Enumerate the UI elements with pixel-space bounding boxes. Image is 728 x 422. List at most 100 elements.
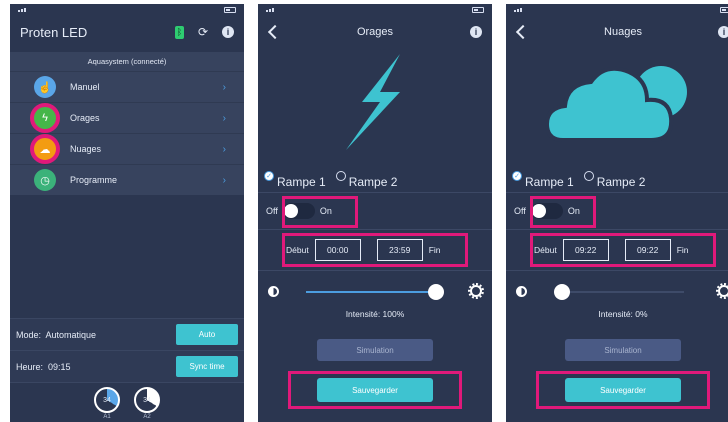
rampe2-option[interactable]: Rampe 2 (583, 171, 646, 189)
back-icon[interactable] (515, 24, 531, 40)
chevron-right-icon: › (222, 112, 226, 124)
gauge-a2: 34 A2 (134, 387, 160, 420)
highlight-box (530, 233, 716, 267)
rampe2-option[interactable]: Rampe 2 (335, 171, 398, 189)
rampe-selector: ✓ Rampe 1 Rampe 2 (506, 156, 728, 192)
menu-item-nuages[interactable]: ☁ Nuages › (10, 133, 244, 164)
storm-graphic (258, 48, 492, 156)
time-range-row: Début 09:22 09:22 Fin (506, 230, 728, 270)
gauges: 34 A1 34 A2 (10, 382, 244, 422)
nav-header: Orages i (258, 16, 492, 48)
check-icon: ✓ (512, 171, 522, 181)
rampe1-label: Rampe 1 (525, 175, 574, 189)
gauge-circle: 34 (94, 387, 120, 413)
bolt-icon: ϟ (30, 103, 60, 133)
signal-icon (18, 8, 26, 12)
nav-header: Nuages i (506, 16, 728, 48)
battery-icon (224, 7, 236, 13)
save-highlight: Sauvegarder (288, 371, 462, 409)
mode-value: Automatique (45, 329, 97, 340)
simulation-button[interactable]: Simulation (565, 339, 681, 361)
battery-icon (720, 7, 728, 13)
time-text: Heure: 09:15 (16, 362, 71, 372)
mode-label: Mode: (16, 329, 42, 340)
highlight-box (282, 233, 468, 267)
signal-icon (514, 8, 522, 12)
intensity-label: Intensité: 0% (598, 309, 648, 319)
bolt-icon (346, 54, 400, 150)
bluetooth-icon[interactable]: ᛒ (174, 25, 184, 39)
time-range-row: Début 00:00 23:59 Fin (258, 230, 492, 270)
signal-icon (266, 8, 274, 12)
battery-icon (472, 7, 484, 13)
mode-text: Mode: Automatique (16, 330, 96, 340)
highlight-box (530, 196, 596, 228)
intensity-track[interactable] (306, 291, 436, 293)
hand-icon: ☝ (34, 76, 56, 98)
check-icon: ✓ (264, 171, 274, 181)
radio-icon (335, 171, 346, 181)
rampe2-label: Rampe 2 (348, 175, 398, 189)
rampe1-label: Rampe 1 (277, 175, 326, 189)
rampe1-option[interactable]: ✓ Rampe 1 (512, 171, 574, 189)
rampe-selector: ✓ Rampe 1 Rampe 2 (258, 156, 492, 192)
off-label: Off (514, 206, 526, 216)
menu-item-programme[interactable]: ◷ Programme › (10, 164, 244, 195)
radio-icon (583, 171, 594, 181)
info-icon[interactable]: i (470, 26, 482, 38)
cloud-graphic (506, 48, 728, 156)
save-button[interactable]: Sauvegarder (317, 378, 433, 402)
gauge-label: A1 (103, 414, 111, 420)
app-header: Proten LED ᛒ ⟳ i (10, 16, 244, 48)
time-row: Heure: 09:15 Sync time (10, 350, 244, 382)
save-button[interactable]: Sauvegarder (565, 378, 681, 402)
contrast-icon (516, 285, 527, 297)
auto-button[interactable]: Auto (176, 324, 238, 345)
rampe2-label: Rampe 2 (596, 175, 646, 189)
chevron-right-icon: › (222, 174, 226, 186)
info-icon[interactable]: i (718, 26, 728, 38)
chevron-right-icon: › (222, 81, 226, 93)
gauge-value: 34 (103, 396, 111, 404)
intensity-slider-row (258, 271, 492, 311)
contrast-icon (268, 285, 279, 297)
rampe1-option[interactable]: ✓ Rampe 1 (264, 171, 326, 189)
nuages-screen: Nuages i ✓ Rampe 1 Rampe 2 Off On Début … (506, 4, 728, 422)
orages-screen: Orages i ✓ Rampe 1 Rampe 2 Off On Début … (258, 4, 492, 422)
status-panel: Mode: Automatique Auto Heure: 09:15 Sync… (10, 318, 244, 422)
highlight-box (282, 196, 358, 228)
sun-icon (716, 283, 728, 299)
gauge-circle: 34 (134, 387, 160, 413)
intensity-label: Intensité: 100% (345, 309, 405, 319)
off-label: Off (266, 206, 278, 216)
clock-icon: ◷ (34, 169, 56, 191)
menu-item-label: Orages (70, 113, 100, 123)
time-value: 09:15 (48, 361, 71, 372)
intensity-track[interactable] (554, 291, 684, 293)
refresh-icon[interactable]: ⟳ (198, 25, 208, 39)
intensity-thumb[interactable] (554, 284, 570, 300)
menu-item-label: Manuel (70, 82, 100, 92)
menu-item-orages[interactable]: ϟ Orages › (10, 102, 244, 133)
simulation-button[interactable]: Simulation (317, 339, 433, 361)
save-highlight: Sauvegarder (536, 371, 710, 409)
time-label: Heure: (16, 361, 44, 372)
back-icon[interactable] (267, 24, 283, 40)
cloud-icon: ☁ (30, 134, 60, 164)
status-bar (10, 4, 244, 16)
cloud-icon (544, 66, 687, 142)
menu-item-manuel[interactable]: ☝ Manuel › (10, 71, 244, 102)
page-title: Nuages (604, 26, 642, 38)
status-bar (258, 4, 492, 16)
gauge-value: 34 (143, 396, 151, 404)
sync-time-button[interactable]: Sync time (176, 356, 238, 377)
menu-item-label: Programme (70, 175, 118, 185)
toggle-row: Off On (258, 193, 492, 229)
main-screen: Proten LED ᛒ ⟳ i Aquasystem (connecté) ☝… (10, 4, 244, 422)
info-icon[interactable]: i (222, 26, 234, 38)
mode-row: Mode: Automatique Auto (10, 318, 244, 350)
sun-icon (468, 283, 484, 299)
intensity-thumb[interactable] (428, 284, 444, 300)
chevron-right-icon: › (222, 143, 226, 155)
menu-item-label: Nuages (70, 144, 102, 154)
